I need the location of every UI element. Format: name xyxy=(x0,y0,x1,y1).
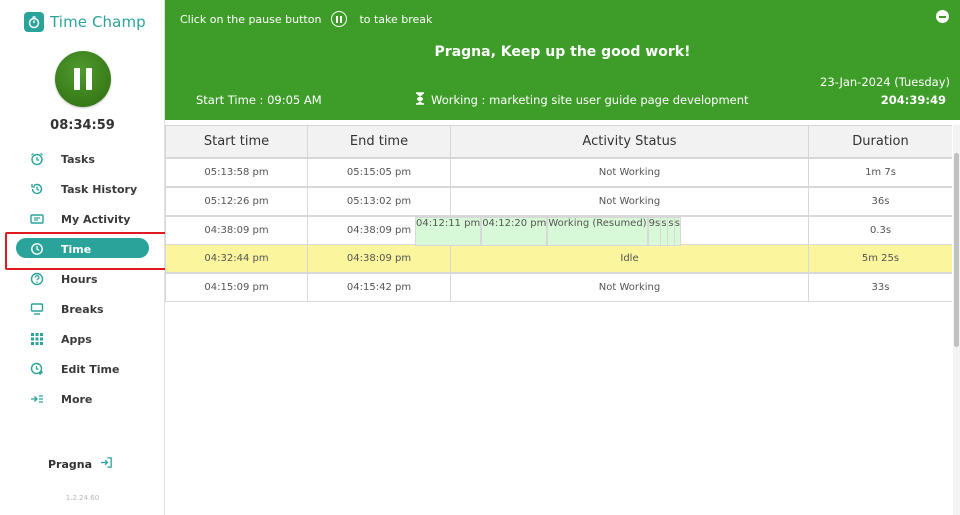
cell-end-time: 05:13:02 pm xyxy=(307,187,451,216)
app-version: 1.2.24.60 xyxy=(65,494,100,502)
history-icon xyxy=(30,182,44,196)
brand: Time Champ xyxy=(24,12,146,32)
sidebar-item-label: Apps xyxy=(61,332,92,346)
sidebar-item-label: Hours xyxy=(61,272,98,286)
table-scrollbar[interactable] xyxy=(953,125,960,515)
hint-text-before: Click on the pause button xyxy=(180,12,322,26)
sidebar-item-edit-time[interactable]: Edit Time xyxy=(0,354,165,384)
sidebar-item-label: Task History xyxy=(61,182,138,196)
cell-activity-status: Not Working xyxy=(450,158,809,187)
cell-activity-status: Not Working xyxy=(450,273,809,302)
cell-duration: 1m 7s xyxy=(808,158,952,187)
sidebar-item-more[interactable]: More xyxy=(0,384,165,414)
sidebar-item-label: Breaks xyxy=(61,302,104,316)
table-body: 05:15:05 pmWorking1h 54m 37s05:13:58 pm0… xyxy=(165,158,952,302)
table-row: 05:13:58 pm 05:15:05 pm Not Working 1m 7s xyxy=(165,158,952,187)
table-header-row: Start time End time Activity Status Dura… xyxy=(165,125,952,158)
sidebar-item-label: My Activity xyxy=(61,212,131,226)
cell-duration: 33s xyxy=(808,273,952,302)
more-icon xyxy=(30,392,44,406)
sidebar-nav: Tasks Task History My Activity Time Hour… xyxy=(0,144,165,414)
cell-activity-status: Working (Resumed) xyxy=(547,217,648,246)
elapsed-total: 204:39:49 xyxy=(880,93,946,107)
column-header-duration[interactable]: Duration xyxy=(808,125,952,158)
sidebar-item-breaks[interactable]: Breaks xyxy=(0,294,165,324)
pause-circle-icon xyxy=(331,11,348,27)
time-log-table: Start time End time Activity Status Dura… xyxy=(165,125,952,515)
cell-start-time: 04:32:44 pm xyxy=(165,244,308,273)
alarm-clock-icon xyxy=(30,152,44,166)
question-icon xyxy=(30,272,44,286)
current-date: 23-Jan-2024 (Tuesday) xyxy=(820,75,950,89)
current-task-label: Working : marketing site user guide page… xyxy=(431,93,749,107)
cell-start-time: 05:13:58 pm xyxy=(165,158,308,187)
cell-end-time: 04:38:09 pm xyxy=(307,244,451,273)
sidebar-item-task-history[interactable]: Task History xyxy=(0,174,165,204)
pause-button[interactable] xyxy=(55,51,111,107)
hourglass-icon xyxy=(415,92,425,108)
minus-icon xyxy=(939,15,946,18)
scrollbar-thumb[interactable] xyxy=(954,153,959,347)
user-profile: Pragna xyxy=(48,456,113,472)
table-row: 04:15:09 pm 04:15:42 pm Not Working 33s xyxy=(165,273,952,302)
table-row: 04:32:44 pm 04:38:09 pm Idle 5m 25s xyxy=(165,244,952,273)
annotation-highlight-box xyxy=(5,232,168,270)
current-task: Working : marketing site user guide page… xyxy=(415,92,749,108)
sidebar-item-tasks[interactable]: Tasks xyxy=(0,144,165,174)
logout-icon[interactable] xyxy=(100,456,113,472)
sidebar-item-my-activity[interactable]: My Activity xyxy=(0,204,165,234)
table-row: 04:12:11 pm 04:12:20 pm Working (Resumed) 9… xyxy=(415,217,662,246)
apps-grid-icon xyxy=(30,332,44,346)
header-banner: Click on the pause button to take break … xyxy=(165,0,960,120)
cell-duration: 5m 25s xyxy=(808,244,952,273)
cell-end-time: 04:12:20 pm xyxy=(481,217,548,246)
sidebar-item-label: Edit Time xyxy=(61,362,120,376)
column-header-start-time[interactable]: Start time xyxy=(165,125,308,158)
pause-hint: Click on the pause button to take break xyxy=(180,11,432,27)
pause-icon xyxy=(74,68,80,90)
cell-start-time: 04:12:11 pm xyxy=(415,217,482,246)
column-header-activity-status[interactable]: Activity Status xyxy=(450,125,809,158)
ticket-icon xyxy=(30,212,44,226)
table-row: 05:12:26 pm 05:13:02 pm Not Working 36s xyxy=(165,187,952,216)
cell-start-time: 04:38:09 pm xyxy=(165,216,308,245)
cell-end-time: 05:15:05 pm xyxy=(307,158,451,187)
sidebar-item-label: More xyxy=(61,392,93,406)
cell-start-time: 04:15:09 pm xyxy=(165,273,308,302)
sidebar-item-label: Tasks xyxy=(61,152,95,166)
cell-duration: 9s xyxy=(647,217,662,246)
cell-activity-status: Idle xyxy=(450,244,809,273)
coffee-icon xyxy=(30,302,44,316)
sidebar-item-apps[interactable]: Apps xyxy=(0,324,165,354)
cell-activity-status: Not Working xyxy=(450,187,809,216)
motivation-message: Pragna, Keep up the good work! xyxy=(434,44,691,60)
start-time: Start Time : 09:05 AM xyxy=(196,93,322,107)
brand-name: Time Champ xyxy=(50,13,146,31)
cell-duration: 0.3s xyxy=(808,216,952,245)
cell-start-time: 05:12:26 pm xyxy=(165,187,308,216)
minimize-button[interactable] xyxy=(936,10,949,23)
cell-duration: 36s xyxy=(808,187,952,216)
user-name: Pragna xyxy=(48,457,93,471)
edit-time-icon xyxy=(30,362,44,376)
column-header-end-time[interactable]: End time xyxy=(307,125,451,158)
session-timer: 08:34:59 xyxy=(50,118,115,133)
hint-text-after: to take break xyxy=(359,12,433,26)
cell-end-time: 04:15:42 pm xyxy=(307,273,451,302)
stopwatch-logo-icon xyxy=(24,12,44,32)
